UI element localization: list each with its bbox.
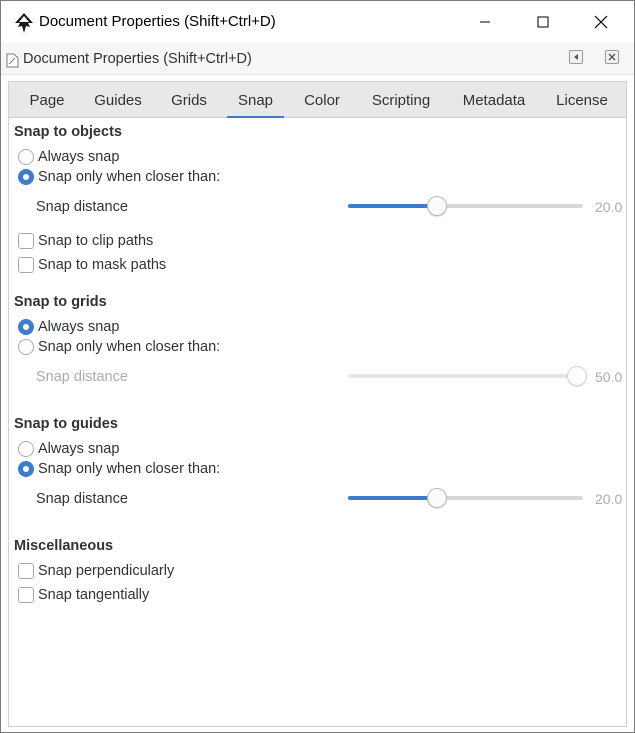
- guides-closer-radio[interactable]: Snap only when closer than:: [18, 460, 220, 478]
- slider-thumb[interactable]: [567, 366, 587, 386]
- grids-distance-slider[interactable]: [348, 366, 587, 386]
- minimize-button[interactable]: [456, 1, 514, 43]
- option-label: Snap only when closer than:: [38, 339, 221, 355]
- tab-scripting[interactable]: Scripting: [360, 82, 442, 118]
- section-heading-objects: Snap to objects: [14, 124, 122, 140]
- clip-paths-checkbox[interactable]: Snap to clip paths: [18, 232, 153, 250]
- close-icon: [594, 15, 608, 29]
- dock-close-button[interactable]: [605, 50, 619, 64]
- guides-distance-value: 20.0: [595, 491, 623, 507]
- dock-float-button[interactable]: [569, 50, 583, 64]
- radio-indicator: [18, 441, 34, 457]
- tab-color[interactable]: Color: [294, 82, 350, 118]
- objects-distance-label: Snap distance: [36, 199, 128, 215]
- tab-metadata[interactable]: Metadata: [452, 82, 536, 118]
- checkbox-indicator: [18, 233, 34, 249]
- option-label: Snap perpendicularly: [38, 563, 175, 579]
- mask-paths-checkbox[interactable]: Snap to mask paths: [18, 256, 166, 274]
- radio-indicator: [18, 149, 34, 165]
- close-button[interactable]: [572, 1, 630, 43]
- slider-track: [348, 374, 583, 378]
- window-title: Document Properties (Shift+Ctrl+D): [39, 13, 276, 30]
- grids-always-snap-radio[interactable]: Always snap: [18, 318, 119, 336]
- radio-indicator: [18, 169, 34, 185]
- option-label: Always snap: [38, 319, 120, 335]
- option-label: Snap to clip paths: [38, 233, 154, 249]
- option-label: Always snap: [38, 441, 120, 457]
- section-heading-guides: Snap to guides: [14, 416, 118, 432]
- arrow-left-icon: [574, 54, 578, 60]
- objects-always-snap-radio[interactable]: Always snap: [18, 148, 119, 166]
- grids-distance-label: Snap distance: [36, 369, 128, 385]
- slider-fill: [348, 496, 437, 500]
- snap-tangentially-checkbox[interactable]: Snap tangentially: [18, 586, 149, 604]
- section-heading-grids: Snap to grids: [14, 294, 107, 310]
- guides-distance-label: Snap distance: [36, 491, 128, 507]
- option-label: Always snap: [38, 149, 120, 165]
- tab-grids[interactable]: Grids: [161, 82, 217, 118]
- checkbox-indicator: [18, 257, 34, 273]
- radio-indicator: [18, 339, 34, 355]
- slider-thumb[interactable]: [427, 196, 447, 216]
- radio-indicator: [18, 319, 34, 335]
- dock-title: Document Properties (Shift+Ctrl+D): [23, 51, 252, 67]
- objects-closer-radio[interactable]: Snap only when closer than:: [18, 168, 220, 186]
- maximize-icon: [537, 16, 549, 28]
- document-properties-icon: [6, 53, 19, 68]
- objects-distance-value: 20.0: [595, 199, 623, 215]
- guides-distance-slider[interactable]: [348, 488, 583, 508]
- snap-perpendicularly-checkbox[interactable]: Snap perpendicularly: [18, 562, 174, 580]
- radio-indicator: [18, 461, 34, 477]
- grids-closer-radio[interactable]: Snap only when closer than:: [18, 338, 220, 356]
- checkbox-indicator: [18, 587, 34, 603]
- inkscape-logo-icon: [15, 13, 33, 33]
- tab-page[interactable]: Page: [19, 82, 75, 118]
- option-label: Snap to mask paths: [38, 257, 167, 273]
- grids-distance-value: 50.0: [595, 369, 623, 385]
- tab-license[interactable]: License: [546, 82, 618, 118]
- slider-fill: [348, 204, 437, 208]
- minimize-icon: [480, 21, 490, 23]
- tab-bar: Page Guides Grids Snap Color Scripting M…: [8, 81, 627, 119]
- option-label: Snap only when closer than:: [38, 169, 221, 185]
- close-icon: [608, 53, 616, 61]
- section-heading-misc: Miscellaneous: [14, 538, 114, 554]
- checkbox-indicator: [18, 563, 34, 579]
- option-label: Snap tangentially: [38, 587, 150, 603]
- option-label: Snap only when closer than:: [38, 461, 221, 477]
- maximize-button[interactable]: [514, 1, 572, 43]
- window-titlebar[interactable]: Document Properties (Shift+Ctrl+D): [1, 1, 634, 43]
- slider-thumb[interactable]: [427, 488, 447, 508]
- dock-header: Document Properties (Shift+Ctrl+D): [1, 43, 634, 75]
- objects-distance-slider[interactable]: [348, 196, 583, 216]
- tab-guides[interactable]: Guides: [85, 82, 151, 118]
- tab-snap[interactable]: Snap: [227, 82, 284, 119]
- document-properties-window: Document Properties (Shift+Ctrl+D) Docum…: [0, 0, 635, 733]
- guides-always-snap-radio[interactable]: Always snap: [18, 440, 119, 458]
